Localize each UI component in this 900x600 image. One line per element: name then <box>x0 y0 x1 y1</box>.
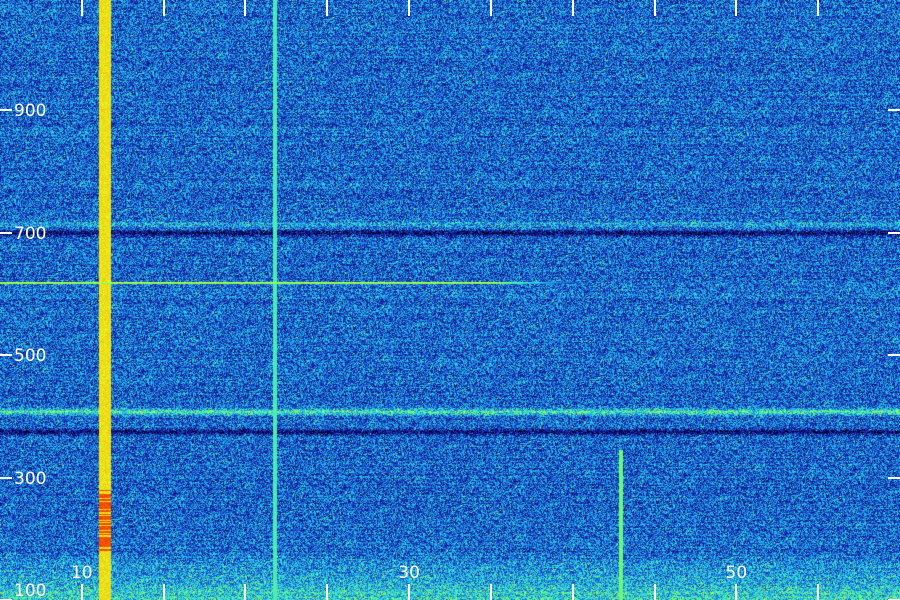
x-tick-label: 50 <box>726 563 748 583</box>
x-tick-label: 30 <box>398 563 420 583</box>
spectrogram-plot: 10 30 50 100 300 500 700 900 <box>0 0 900 600</box>
x-tick-label: 10 <box>71 563 93 583</box>
y-tick-label: 900 <box>14 101 46 121</box>
y-tick-label: 700 <box>14 224 46 244</box>
y-axis-tick-labels: 100 300 500 700 900 <box>14 101 46 600</box>
x-axis-tick-labels: 10 30 50 <box>71 563 747 583</box>
y-tick-label: 100 <box>14 581 46 600</box>
y-tick-label: 300 <box>14 469 46 489</box>
x-axis-ticks <box>81 0 819 600</box>
y-tick-label: 500 <box>14 346 46 366</box>
axes-overlay: 10 30 50 100 300 500 700 900 <box>0 0 900 600</box>
y-axis-ticks <box>0 109 900 600</box>
